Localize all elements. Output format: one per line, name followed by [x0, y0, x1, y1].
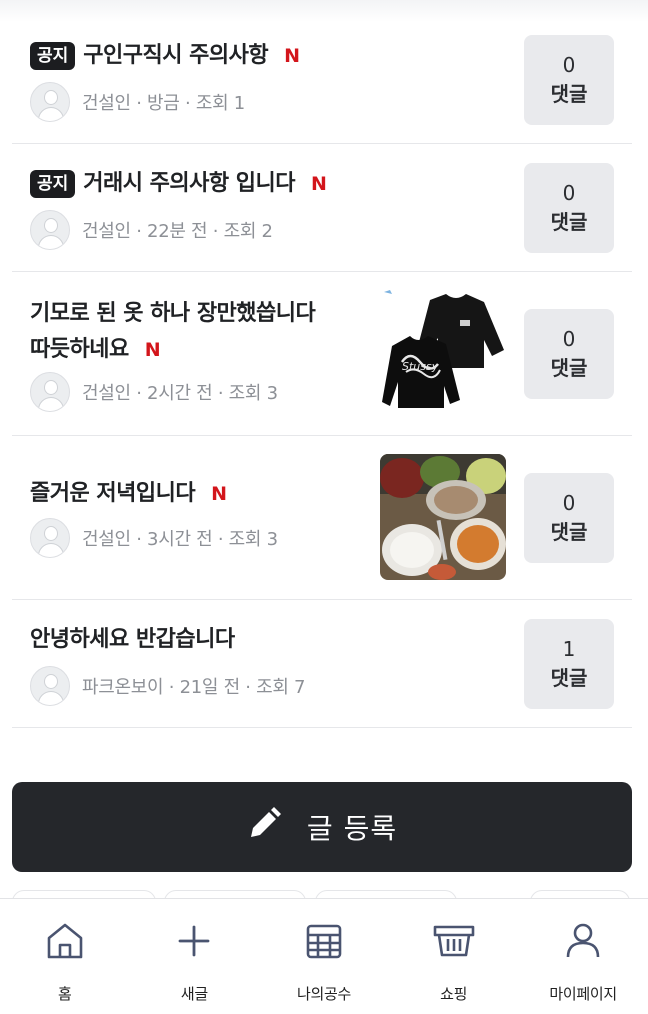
post-time: 방금 — [147, 93, 180, 114]
post-title-line: 공지 거래시 주의사항 입니다 N — [30, 166, 327, 202]
nav-label: 쇼핑 — [440, 985, 468, 1003]
post-time: 3시간 전 — [147, 529, 213, 550]
post-title-line: 공지 구인구직시 주의사항 N — [30, 38, 300, 74]
comment-count: 0 — [562, 327, 576, 351]
comment-label: 댓글 — [550, 210, 588, 234]
avatar — [30, 82, 70, 122]
post-title-line: 즐거운 저녁입니다 N — [30, 476, 227, 512]
dinner-image — [380, 454, 506, 580]
post-meta: 건설인 · 2시간 전 · 조회 3 — [30, 372, 278, 412]
post-title-continued: 따듯하네요 — [30, 337, 129, 362]
post-author: 건설인 — [82, 221, 131, 242]
new-mark: N — [211, 483, 227, 505]
comment-count-box[interactable]: 0 댓글 — [524, 163, 614, 253]
avatar — [30, 210, 70, 250]
post-views: 조회 3 — [228, 383, 278, 404]
post-title-line: 기모로 된 옷 하나 장만했씁니다 — [30, 296, 316, 332]
post-title-line: 안녕하세요 반갑습니다 — [30, 622, 235, 658]
post-title-line: 따듯하네요 N — [30, 332, 161, 368]
comment-label: 댓글 — [550, 82, 588, 106]
post-views: 조회 1 — [195, 93, 245, 114]
comment-count-box[interactable]: 0 댓글 — [524, 309, 614, 399]
post-author: 건설인 — [82, 529, 131, 550]
post-time: 21일 전 — [179, 677, 241, 698]
notice-badge: 공지 — [30, 170, 76, 198]
avatar — [30, 372, 70, 412]
post-time: 22분 전 — [147, 221, 208, 242]
basket-icon — [432, 919, 476, 963]
comment-count-box[interactable]: 0 댓글 — [524, 35, 614, 125]
post-item[interactable]: 공지 거래시 주의사항 입니다 N 건설인 · 22분 전 · 조회 2 0 댓… — [12, 144, 632, 272]
post-meta: 건설인 · 방금 · 조회 1 — [30, 82, 245, 122]
comment-label: 댓글 — [550, 666, 588, 690]
plus-icon — [172, 919, 216, 963]
post-meta: 건설인 · 22분 전 · 조회 2 — [30, 210, 273, 250]
post-title: 구인구직시 주의사항 — [83, 43, 269, 68]
nav-home[interactable]: 홈 — [0, 899, 130, 1014]
post-item[interactable]: 즐거운 저녁입니다 N 건설인 · 3시간 전 · 조회 3 0 댓글 — [12, 436, 632, 600]
comment-count: 1 — [562, 637, 576, 661]
sweatshirt-image: Stussy — [382, 290, 504, 408]
post-list: 공지 구인구직시 주의사항 N 건설인 · 방금 · 조회 1 0 댓글 공지 … — [12, 16, 632, 728]
post-item[interactable]: 기모로 된 옷 하나 장만했씁니다 따듯하네요 N 건설인 · 2시간 전 · … — [12, 272, 632, 436]
post-item[interactable]: 공지 구인구직시 주의사항 N 건설인 · 방금 · 조회 1 0 댓글 — [12, 16, 632, 144]
post-thumbnail[interactable]: Stussy — [380, 290, 506, 416]
pencil-icon — [247, 806, 281, 848]
comment-count-box[interactable]: 1 댓글 — [524, 619, 614, 709]
write-post-button[interactable]: 글 등록 — [12, 782, 632, 872]
post-author: 파크온보이 — [82, 677, 164, 698]
nav-shopping[interactable]: 쇼핑 — [389, 899, 519, 1014]
comment-count-box[interactable]: 0 댓글 — [524, 473, 614, 563]
post-meta: 파크온보이 · 21일 전 · 조회 7 — [30, 666, 305, 706]
comment-label: 댓글 — [550, 356, 588, 380]
write-post-label: 글 등록 — [306, 812, 398, 845]
calendar-icon — [302, 919, 346, 963]
post-title: 안녕하세요 반갑습니다 — [30, 627, 235, 652]
user-icon — [561, 919, 605, 963]
new-mark: N — [311, 173, 327, 195]
comment-label: 댓글 — [550, 520, 588, 544]
nav-new-post[interactable]: 새글 — [130, 899, 260, 1014]
post-views: 조회 7 — [256, 677, 306, 698]
bottom-navigation: 홈 새글 나의공수 쇼핑 마이페이지 — [0, 898, 648, 1014]
post-views: 조회 3 — [228, 529, 278, 550]
post-title: 기모로 된 옷 하나 장만했씁니다 — [30, 301, 316, 326]
post-title: 거래시 주의사항 입니다 — [83, 171, 296, 196]
avatar — [30, 666, 70, 706]
post-thumbnail[interactable] — [380, 454, 506, 580]
nav-my-page[interactable]: 마이페이지 — [518, 899, 648, 1014]
nav-label: 마이페이지 — [549, 985, 617, 1003]
post-views: 조회 2 — [223, 221, 273, 242]
home-icon — [43, 919, 87, 963]
notice-badge: 공지 — [30, 42, 76, 70]
post-author: 건설인 — [82, 93, 131, 114]
avatar — [30, 518, 70, 558]
post-time: 2시간 전 — [147, 383, 213, 404]
nav-label: 홈 — [58, 985, 72, 1003]
nav-label: 나의공수 — [296, 985, 351, 1003]
svg-text:Stussy: Stussy — [402, 360, 439, 373]
post-author: 건설인 — [82, 383, 131, 404]
comment-count: 0 — [562, 181, 576, 205]
new-mark: N — [284, 45, 301, 67]
nav-label: 새글 — [180, 985, 208, 1003]
post-title: 즐거운 저녁입니다 — [30, 481, 196, 506]
nav-my-work[interactable]: 나의공수 — [259, 899, 389, 1014]
comment-count: 0 — [562, 491, 576, 515]
comment-count: 0 — [562, 53, 576, 77]
post-meta: 건설인 · 3시간 전 · 조회 3 — [30, 518, 278, 558]
post-item[interactable]: 안녕하세요 반갑습니다 파크온보이 · 21일 전 · 조회 7 1 댓글 — [12, 600, 632, 728]
new-mark: N — [144, 339, 161, 361]
